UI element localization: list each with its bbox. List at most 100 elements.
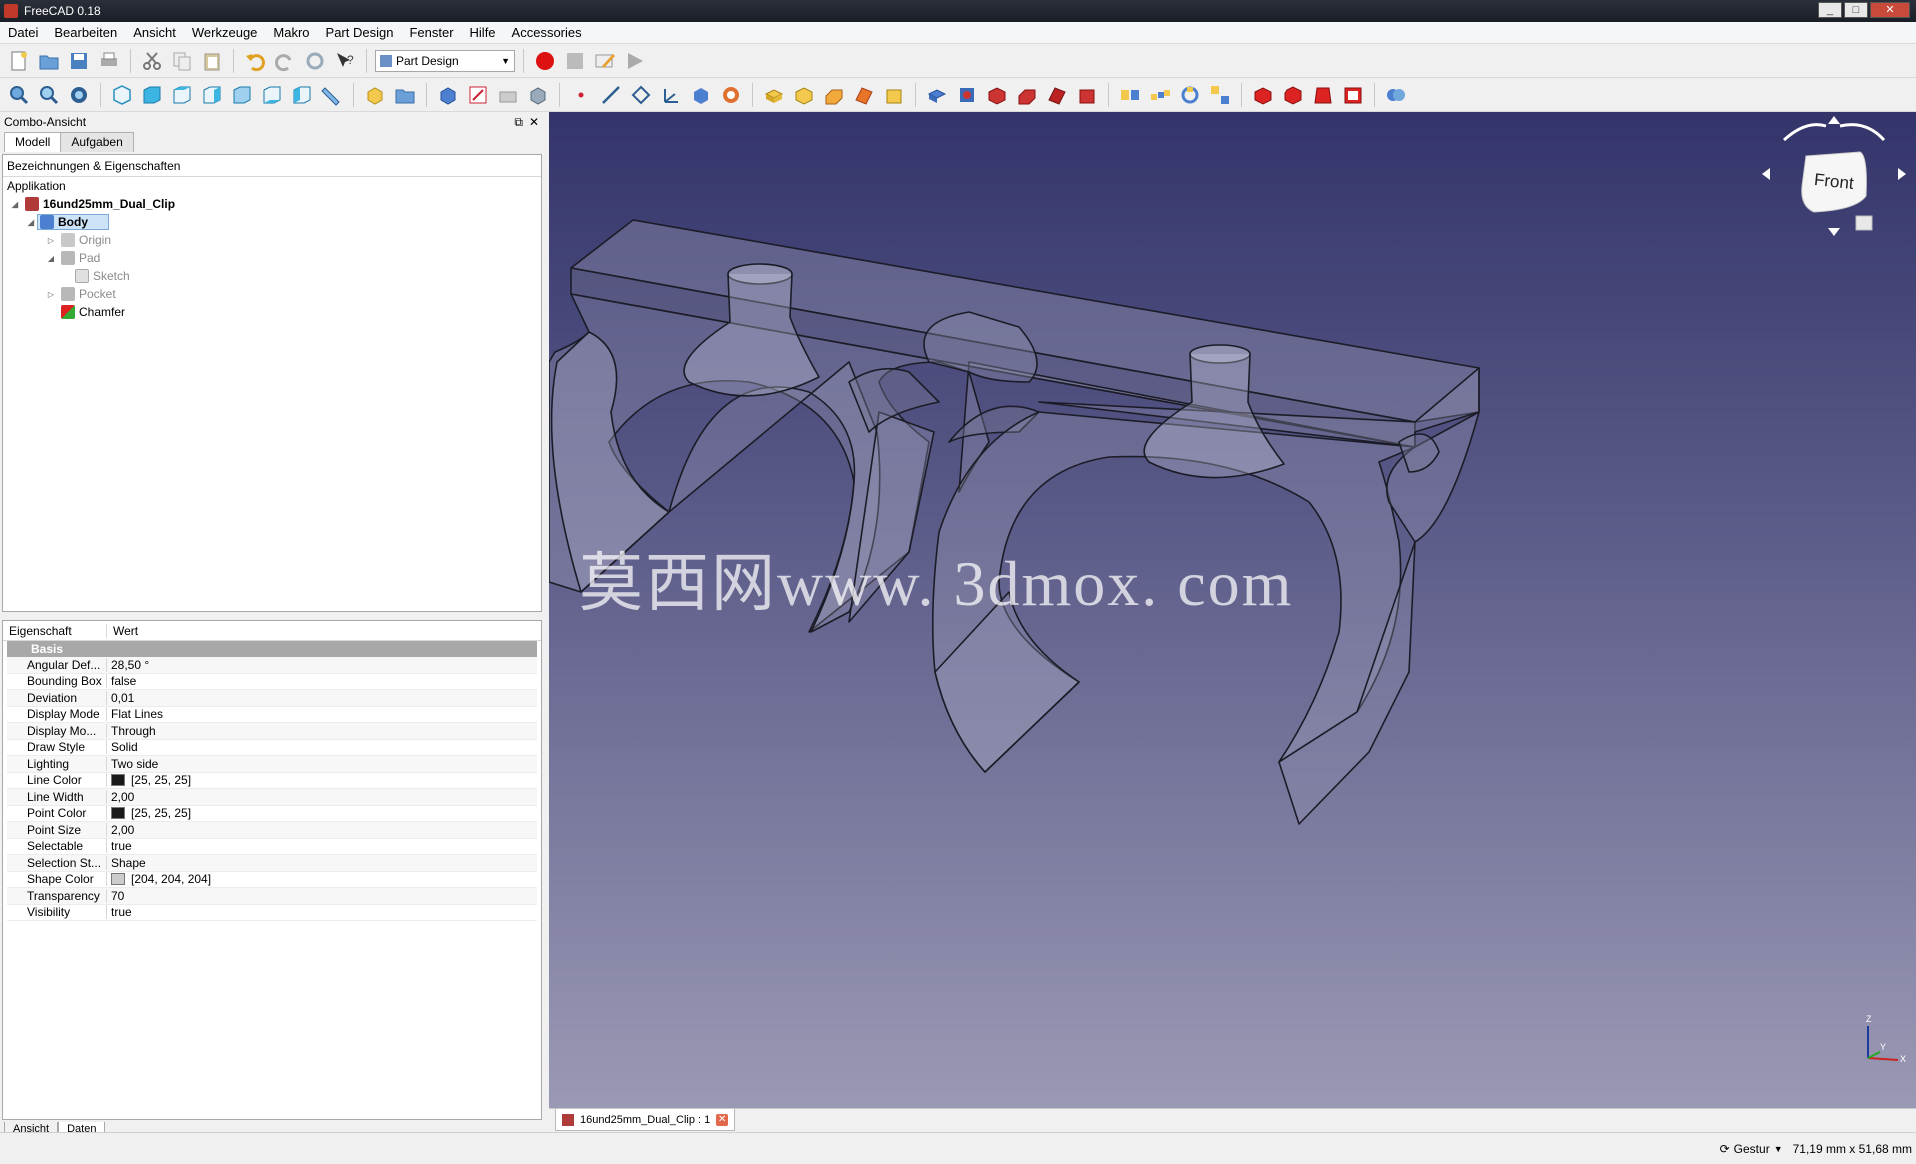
- menu-werkzeuge[interactable]: Werkzeuge: [184, 25, 266, 40]
- property-row[interactable]: Line Color [25, 25, 25]: [7, 773, 537, 789]
- property-row[interactable]: Visibility true: [7, 905, 537, 921]
- property-row[interactable]: Draw Style Solid: [7, 740, 537, 756]
- local-coordinate-system-icon[interactable]: [658, 82, 684, 108]
- close-panel-icon[interactable]: ✕: [529, 115, 539, 130]
- fit-all-icon[interactable]: [6, 82, 32, 108]
- property-value-cell[interactable]: true: [107, 905, 132, 919]
- redo-icon[interactable]: [272, 48, 298, 74]
- draft-icon[interactable]: [1310, 82, 1336, 108]
- property-value-cell[interactable]: [25, 25, 25]: [107, 806, 191, 820]
- additive-primitive-icon[interactable]: [881, 82, 907, 108]
- close-window-button[interactable]: ✕: [1870, 2, 1910, 18]
- record-macro-icon[interactable]: [532, 48, 558, 74]
- tree-item-origin[interactable]: ▷ Origin: [3, 231, 541, 249]
- property-row[interactable]: Shape Color [204, 204, 204]: [7, 872, 537, 888]
- stop-macro-icon[interactable]: [562, 48, 588, 74]
- property-value-cell[interactable]: [204, 204, 204]: [107, 872, 211, 886]
- property-row[interactable]: Transparency 70: [7, 888, 537, 905]
- property-value-cell[interactable]: 2,00: [107, 823, 134, 837]
- tree-item-body[interactable]: ◢ Body: [3, 213, 541, 231]
- property-group-basis[interactable]: Basis: [7, 641, 537, 657]
- top-view-icon[interactable]: [169, 82, 195, 108]
- refresh-icon[interactable]: [302, 48, 328, 74]
- property-value-cell[interactable]: 0,01: [107, 691, 134, 705]
- workbench-selector[interactable]: Part Design ▼: [375, 49, 515, 72]
- tree-item-pad[interactable]: ◢ Pad: [3, 249, 541, 267]
- property-value-cell[interactable]: 28,50 °: [107, 658, 149, 672]
- property-value-cell[interactable]: Shape: [107, 856, 146, 870]
- tree-root[interactable]: Applikation: [3, 177, 541, 195]
- rear-view-icon[interactable]: [229, 82, 255, 108]
- hole-icon[interactable]: [954, 82, 980, 108]
- undock-icon[interactable]: ⧉: [514, 115, 523, 130]
- color-swatch[interactable]: [111, 774, 125, 787]
- save-icon[interactable]: [66, 48, 92, 74]
- color-swatch[interactable]: [111, 807, 125, 820]
- create-body-icon[interactable]: [435, 82, 461, 108]
- validate-sketch-icon[interactable]: [495, 82, 521, 108]
- shape-binder-icon[interactable]: [688, 82, 714, 108]
- fit-selection-icon[interactable]: [36, 82, 62, 108]
- menu-fenster[interactable]: Fenster: [401, 25, 461, 40]
- property-value-cell[interactable]: [25, 25, 25]: [107, 773, 191, 787]
- new-document-icon[interactable]: [6, 48, 32, 74]
- groove-icon[interactable]: [984, 82, 1010, 108]
- front-view-icon[interactable]: [139, 82, 165, 108]
- expand-arrow-icon[interactable]: ◢: [25, 218, 37, 227]
- datum-point-icon[interactable]: [568, 82, 594, 108]
- property-row[interactable]: Deviation 0,01: [7, 690, 537, 707]
- cut-icon[interactable]: [139, 48, 165, 74]
- menu-datei[interactable]: Datei: [0, 25, 46, 40]
- tree-item-pocket[interactable]: ▷ Pocket: [3, 285, 541, 303]
- linear-pattern-icon[interactable]: [1147, 82, 1173, 108]
- whats-this-icon[interactable]: ?: [332, 48, 358, 74]
- menu-ansicht[interactable]: Ansicht: [125, 25, 184, 40]
- draw-style-icon[interactable]: [66, 82, 92, 108]
- expand-arrow-icon[interactable]: ◢: [45, 254, 57, 263]
- right-view-icon[interactable]: [199, 82, 225, 108]
- pad-icon[interactable]: [761, 82, 787, 108]
- revolution-icon[interactable]: [791, 82, 817, 108]
- chamfer-icon[interactable]: [1280, 82, 1306, 108]
- expand-arrow-icon[interactable]: ◢: [9, 200, 21, 209]
- property-row[interactable]: Angular Def... 28,50 °: [7, 657, 537, 674]
- property-row[interactable]: Bounding Box false: [7, 674, 537, 690]
- datum-plane-icon[interactable]: [628, 82, 654, 108]
- run-macro-icon[interactable]: [622, 48, 648, 74]
- polar-pattern-icon[interactable]: [1177, 82, 1203, 108]
- property-value-cell[interactable]: 2,00: [107, 790, 134, 804]
- navigation-style-button[interactable]: ⟳ Gestur ▼: [1720, 1142, 1783, 1156]
- tab-modell[interactable]: Modell: [4, 132, 62, 152]
- property-value-cell[interactable]: false: [107, 674, 136, 688]
- thickness-icon[interactable]: [1340, 82, 1366, 108]
- maximize-button[interactable]: □: [1844, 2, 1868, 18]
- collapse-arrow-icon[interactable]: ▷: [45, 236, 57, 245]
- additive-pipe-icon[interactable]: [851, 82, 877, 108]
- clone-icon[interactable]: [718, 82, 744, 108]
- property-row[interactable]: Display Mode Flat Lines: [7, 707, 537, 723]
- datum-line-icon[interactable]: [598, 82, 624, 108]
- property-row[interactable]: Line Width 2,00: [7, 789, 537, 806]
- property-row[interactable]: Point Color [25, 25, 25]: [7, 806, 537, 822]
- property-value-cell[interactable]: Flat Lines: [107, 707, 163, 721]
- fillet-icon[interactable]: [1250, 82, 1276, 108]
- property-value-cell[interactable]: true: [107, 839, 132, 853]
- mirrored-icon[interactable]: [1117, 82, 1143, 108]
- subtractive-loft-icon[interactable]: [1014, 82, 1040, 108]
- document-tab[interactable]: 16und25mm_Dual_Clip : 1 ✕: [555, 1109, 736, 1131]
- property-value-cell[interactable]: 70: [107, 889, 124, 903]
- menu-makro[interactable]: Makro: [265, 25, 317, 40]
- subtractive-primitive-icon[interactable]: [1074, 82, 1100, 108]
- minimize-button[interactable]: _: [1818, 2, 1842, 18]
- menu-part-design[interactable]: Part Design: [318, 25, 402, 40]
- paste-icon[interactable]: [199, 48, 225, 74]
- create-sketch-icon[interactable]: [465, 82, 491, 108]
- tree-item-sketch[interactable]: Sketch: [3, 267, 541, 285]
- isometric-view-icon[interactable]: [109, 82, 135, 108]
- close-tab-icon[interactable]: ✕: [716, 1113, 729, 1126]
- tab-aufgaben[interactable]: Aufgaben: [60, 132, 134, 152]
- property-row[interactable]: Selectable true: [7, 839, 537, 855]
- left-view-icon[interactable]: [289, 82, 315, 108]
- collapse-arrow-icon[interactable]: ▷: [45, 290, 57, 299]
- menu-hilfe[interactable]: Hilfe: [462, 25, 504, 40]
